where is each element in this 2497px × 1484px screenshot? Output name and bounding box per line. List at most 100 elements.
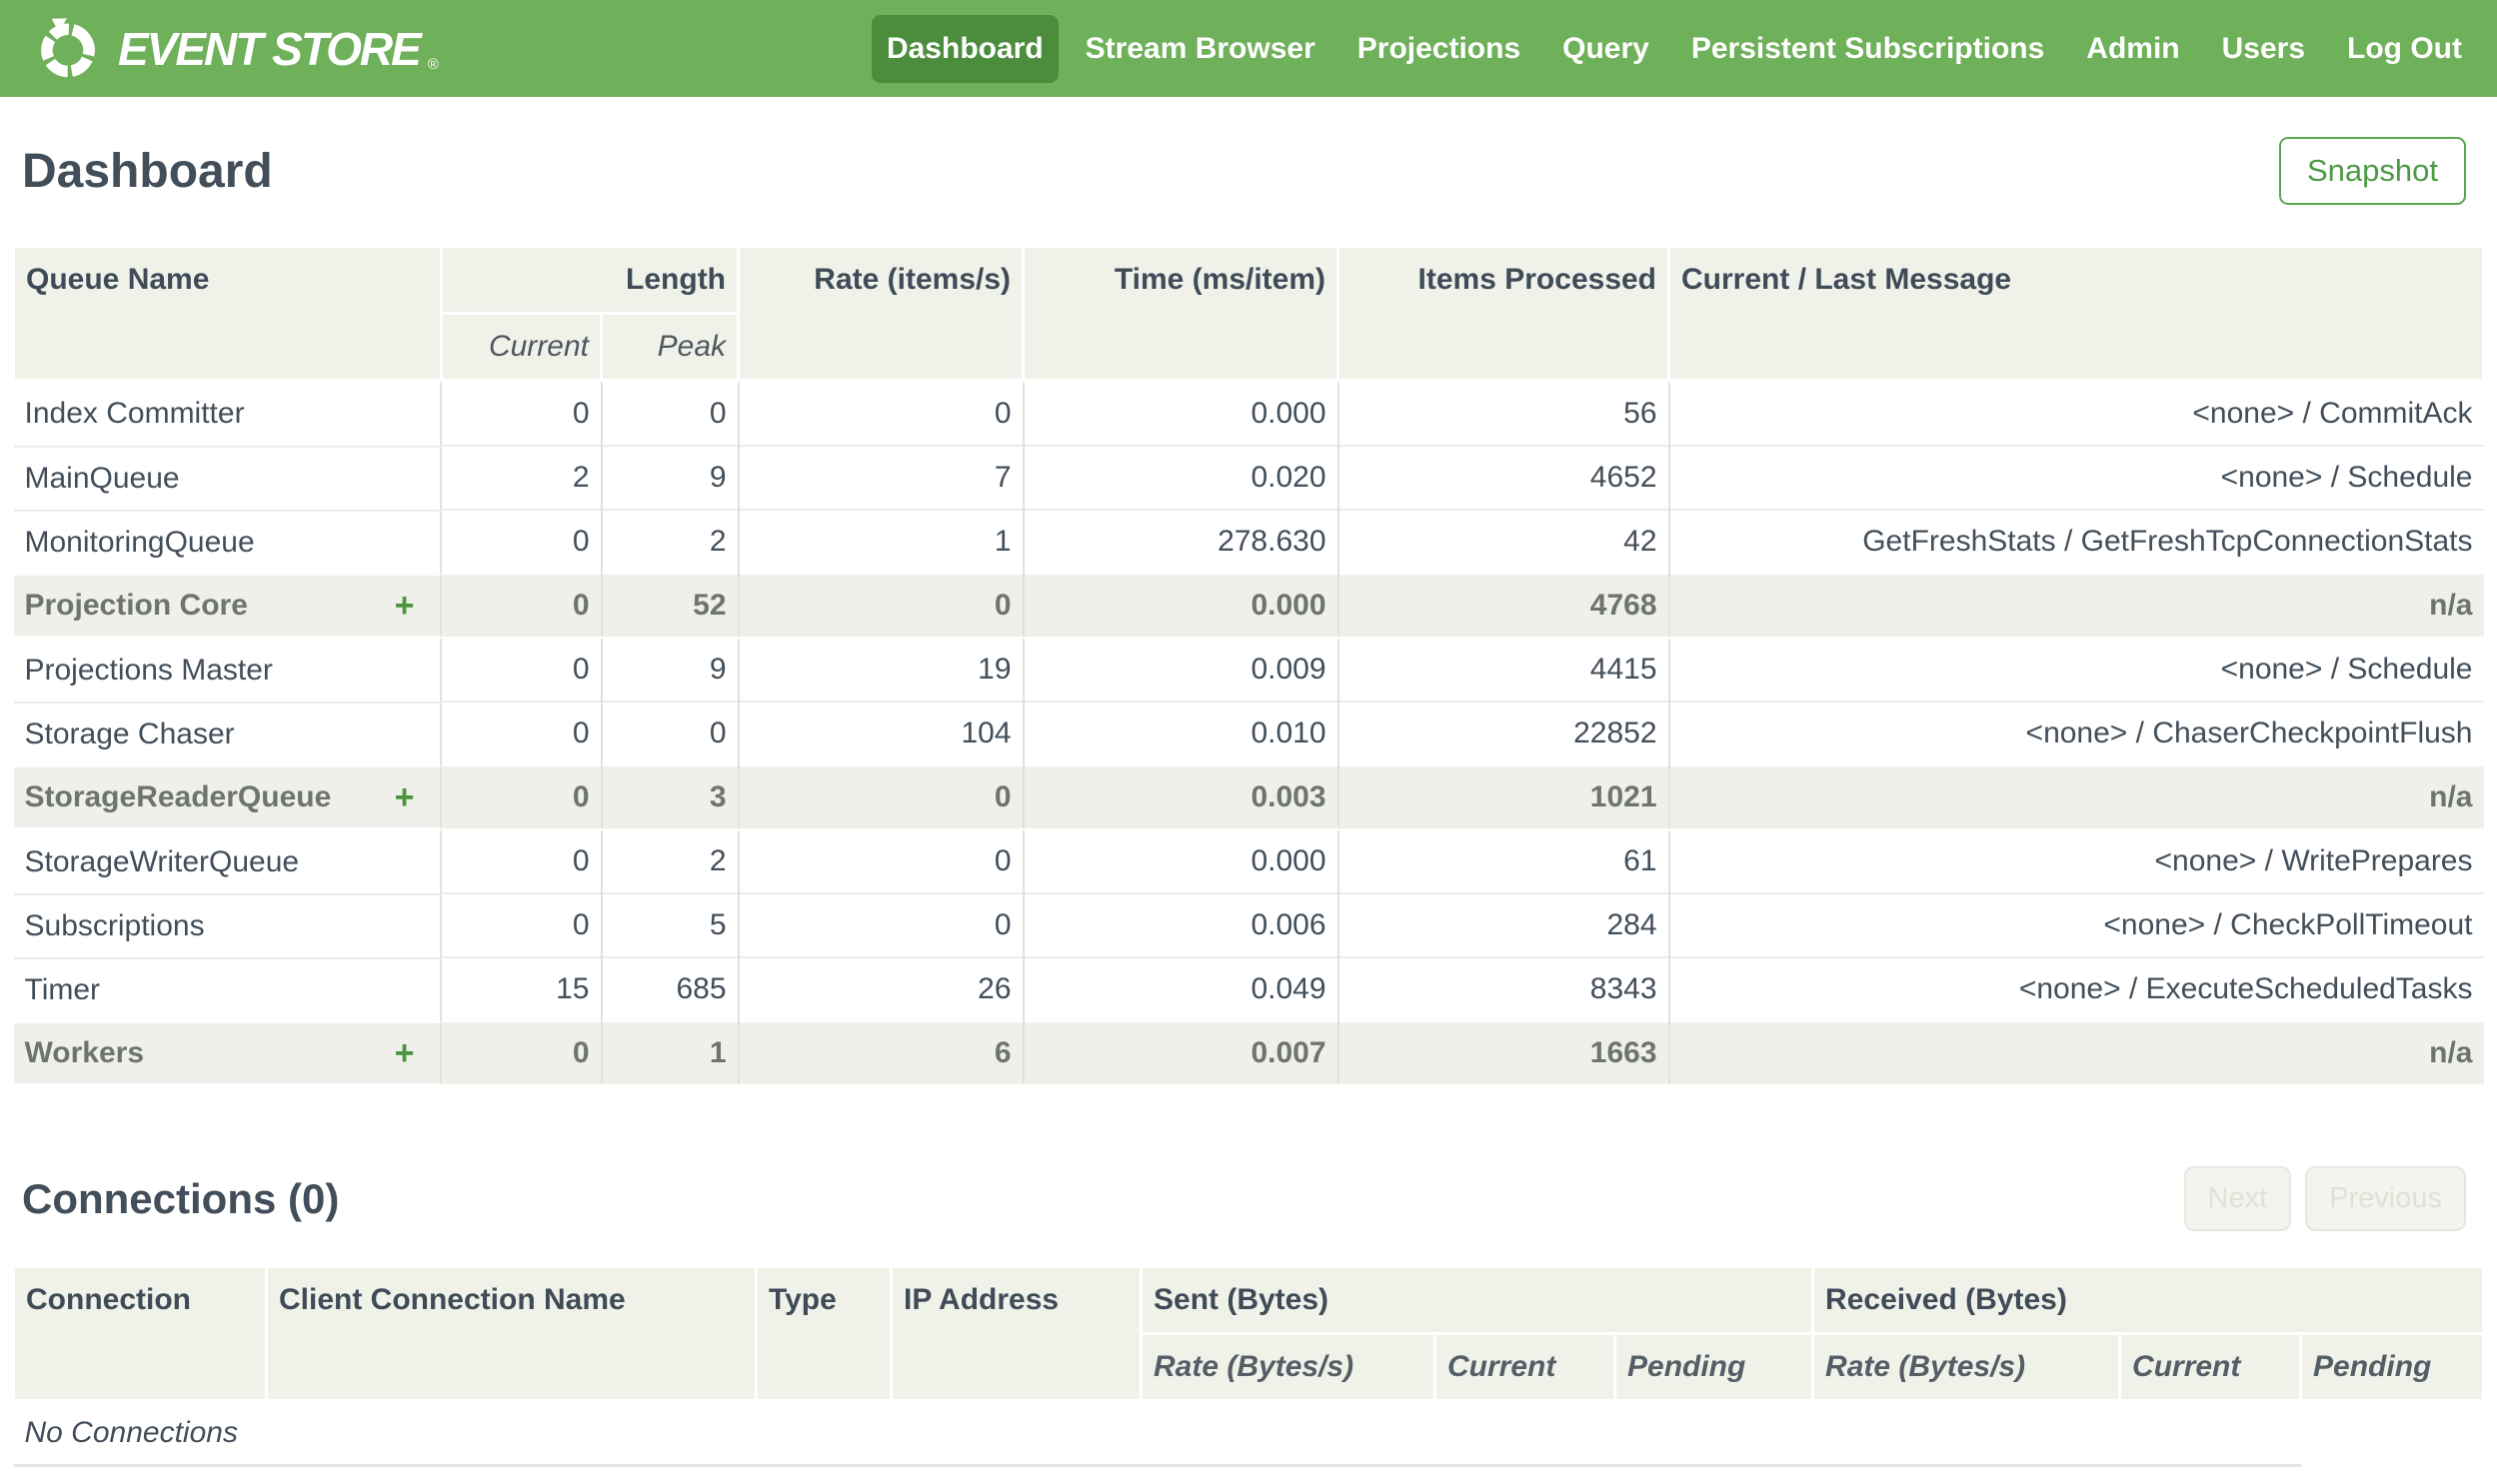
- rate-cell: 0: [738, 573, 1025, 639]
- queue-name: Projection Core: [24, 589, 248, 622]
- items-cell: 42: [1337, 509, 1670, 574]
- next-button[interactable]: Next: [2183, 1166, 2292, 1231]
- nav-item-admin[interactable]: Admin: [2071, 15, 2194, 83]
- previous-button[interactable]: Previous: [2305, 1166, 2466, 1231]
- table-row: Storage Chaser 0 0 104 0.010 22852 <none> / Ch…: [13, 701, 2484, 765]
- table-row: Index Committer 0 0 0 0.000 56 <none> / Commit…: [14, 380, 2484, 446]
- page-title: Dashboard: [22, 144, 273, 198]
- message-cell: <none> / Schedule: [1668, 445, 2484, 510]
- current-cell: 0: [441, 1020, 603, 1086]
- col-sent-pending: Pending: [1612, 1332, 1815, 1402]
- queue-table-body: Index Committer 0 0 0 0.000 56 <none> / Commit…: [13, 380, 2484, 1086]
- rate-cell: 0: [738, 892, 1025, 957]
- peak-cell: 685: [601, 956, 740, 1021]
- nav-item-projections[interactable]: Projections: [1342, 15, 1535, 83]
- col-message: Current / Last Message: [1667, 245, 2485, 382]
- no-connections-message: No Connections: [13, 1400, 2301, 1467]
- ghost-cell: [2301, 1401, 2484, 1466]
- queue-name-cell: Index Committer: [14, 382, 442, 446]
- time-cell: 278.630: [1023, 509, 1339, 574]
- nav-item-users[interactable]: Users: [2207, 15, 2320, 83]
- peak-cell: 9: [601, 637, 740, 702]
- items-cell: 61: [1337, 828, 1670, 893]
- peak-cell: 0: [601, 380, 740, 446]
- queue-name: Workers: [24, 1036, 145, 1069]
- event-store-logo-icon: [41, 17, 95, 77]
- queue-name-cell: MonitoringQueue: [13, 510, 442, 574]
- nav-item-dashboard[interactable]: Dashboard: [871, 14, 1059, 83]
- brand[interactable]: EVENT STORE ®: [34, 15, 439, 83]
- message-cell: <none> / CommitAck: [2192, 396, 2473, 430]
- brand-name: EVENT STORE: [118, 22, 422, 75]
- no-connections-row: No Connections: [13, 1400, 2484, 1467]
- items-cell: 22852: [1337, 701, 1670, 765]
- nav-item-query[interactable]: Query: [1547, 15, 1664, 83]
- col-length-current: Current: [440, 312, 603, 382]
- items-cell: 284: [1337, 892, 1670, 957]
- time-cell: 0.000: [1023, 380, 1339, 446]
- connections-head: Connections (0) Next Previous: [22, 1166, 2466, 1231]
- queue-name-cell: Storage Chaser: [13, 702, 442, 765]
- page-head: Dashboard Snapshot: [0, 97, 2497, 205]
- peak-cell: 2: [601, 828, 740, 893]
- table-row: StorageReaderQueue +0 3 0 0.003 1021 n/a: [13, 764, 2484, 830]
- rate-cell: 104: [738, 701, 1025, 765]
- queue-name: StorageWriterQueue: [24, 845, 300, 878]
- expand-icon[interactable]: +: [395, 587, 429, 626]
- expand-icon[interactable]: +: [395, 778, 429, 817]
- rate-cell: 19: [738, 637, 1025, 702]
- top-navbar: EVENT STORE ® Dashboard Stream Browser Pro…: [0, 0, 2497, 97]
- time-cell: 0.003: [1023, 764, 1339, 830]
- table-row: Projection Core +0 52 0 0.000 4768 n/a: [13, 573, 2484, 639]
- pager-group: Next Previous: [2183, 1166, 2466, 1231]
- queue-name: MonitoringQueue: [24, 526, 255, 559]
- queue-name: Projections Master: [24, 654, 273, 687]
- time-cell: 0.010: [1023, 701, 1339, 765]
- queue-name: Index Committer: [24, 397, 245, 430]
- peak-cell: 0: [601, 701, 740, 765]
- message-cell: <none> / ChaserCheckpointFlush: [1668, 701, 2484, 765]
- queue-name: Storage Chaser: [24, 718, 235, 750]
- rate-cell: 0: [738, 764, 1025, 830]
- connections-title: Connections (0): [22, 1174, 340, 1222]
- queue-name: StorageReaderQueue: [24, 780, 332, 813]
- expand-icon[interactable]: +: [395, 1034, 429, 1073]
- peak-cell: 9: [601, 445, 740, 510]
- current-cell: 2: [441, 445, 603, 510]
- peak-cell: 1: [601, 1020, 740, 1086]
- rate-cell: 7: [738, 445, 1025, 510]
- nav-items: Dashboard Stream Browser Projections Query P…: [871, 14, 2477, 83]
- col-time: Time (ms/item): [1022, 245, 1340, 382]
- rate-cell: 0: [738, 828, 1025, 893]
- time-cell: 0.006: [1023, 892, 1339, 957]
- current-cell: 0: [441, 828, 603, 893]
- snapshot-button[interactable]: Snapshot: [2279, 137, 2466, 205]
- time-cell: 0.009: [1023, 637, 1339, 702]
- current-cell: 0: [441, 573, 603, 639]
- time-cell: 0.049: [1023, 956, 1339, 1021]
- current-cell: 0: [441, 701, 603, 765]
- col-items-processed: Items Processed: [1336, 245, 1671, 382]
- peak-cell: 52: [601, 573, 740, 639]
- message-cell: GetFreshStats / GetFreshTcpConnectionSta…: [1668, 509, 2484, 574]
- col-type: Type: [755, 1265, 893, 1402]
- current-cell: 0: [441, 637, 603, 702]
- col-ip-address: IP Address: [890, 1265, 1143, 1402]
- items-cell: 8343: [1337, 956, 1670, 1021]
- message-cell: n/a: [1668, 573, 2484, 639]
- current-cell: 0: [441, 892, 603, 957]
- current-cell: 0: [441, 764, 603, 830]
- nav-item-persistent-subscriptions[interactable]: Persistent Subscriptions: [1676, 15, 2059, 83]
- time-cell: 0.007: [1023, 1020, 1339, 1086]
- connections-table: Connection Client Connection Name Type I…: [12, 1265, 2485, 1467]
- nav-item-stream-browser[interactable]: Stream Browser: [1071, 15, 1330, 83]
- queue-name-cell: StorageReaderQueue +: [13, 765, 442, 829]
- queue-name-cell: Workers +: [13, 1021, 442, 1085]
- col-received-bytes: Received (Bytes): [1811, 1265, 2485, 1335]
- col-rate: Rate (items/s): [737, 245, 1026, 382]
- peak-cell: 2: [601, 509, 740, 574]
- nav-item-log-out[interactable]: Log Out: [2332, 15, 2477, 83]
- current-cell: 15: [441, 956, 603, 1021]
- peak-cell: 5: [601, 892, 740, 957]
- queue-name-cell: Projections Master: [13, 638, 442, 702]
